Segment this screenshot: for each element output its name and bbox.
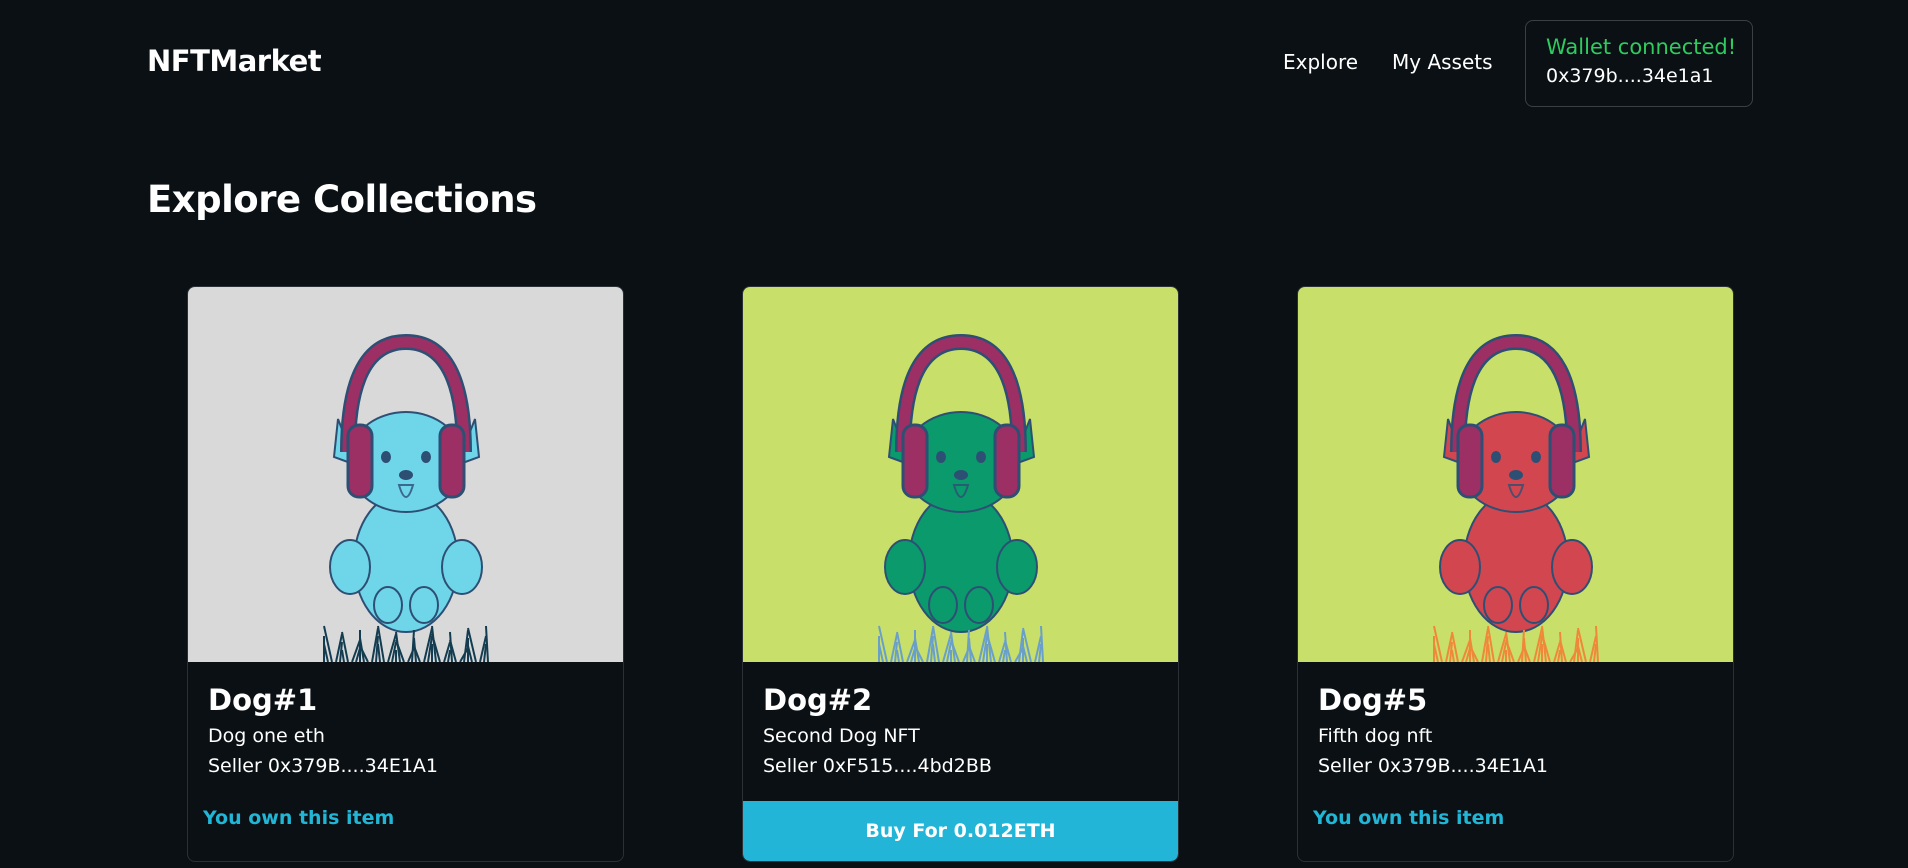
dog-eye (1491, 451, 1501, 463)
nft-name: Dog#5 (1318, 683, 1428, 717)
dog-foot (373, 586, 403, 624)
dog-paw (1551, 539, 1593, 595)
nav-explore[interactable]: Explore (1283, 50, 1358, 74)
nft-image[interactable] (188, 287, 623, 662)
dog-eye (421, 451, 431, 463)
dog-foot (1483, 586, 1513, 624)
nft-image[interactable] (743, 287, 1178, 662)
headphone-cup (993, 423, 1021, 499)
headphone-cup (1548, 423, 1576, 499)
headphone-cup (438, 423, 466, 499)
nft-description: Fifth dog nft (1318, 725, 1433, 747)
nft-seller: Seller 0xF515....4bd2BB (763, 755, 992, 777)
nft-description: Dog one eth (208, 725, 325, 747)
dog-foot (964, 586, 994, 624)
buy-button[interactable]: Buy For 0.012ETH (743, 801, 1178, 861)
dog-nose (1509, 470, 1523, 480)
dog-eye (381, 451, 391, 463)
dog-paw (1439, 539, 1481, 595)
nft-description: Second Dog NFT (763, 725, 920, 747)
dog-foot (1519, 586, 1549, 624)
headphone-cup (901, 423, 929, 499)
nft-name: Dog#2 (763, 683, 873, 717)
brand-logo[interactable]: NFTMarket (147, 44, 322, 78)
dog-paw (441, 539, 483, 595)
owned-label: You own this item (203, 807, 395, 829)
dog-eye (1531, 451, 1541, 463)
owned-label: You own this item (1313, 807, 1505, 829)
nft-image[interactable] (1298, 287, 1733, 662)
nft-name: Dog#1 (208, 683, 318, 717)
dog-eye (976, 451, 986, 463)
dog-paw (996, 539, 1038, 595)
dog-nose (954, 470, 968, 480)
nav-my-assets[interactable]: My Assets (1392, 50, 1493, 74)
dog-paw (329, 539, 371, 595)
page-title: Explore Collections (147, 178, 537, 221)
wallet-status: Wallet connected! (1546, 35, 1737, 59)
dog-foot (409, 586, 439, 624)
nft-card[interactable]: Dog#2 Second Dog NFT Seller 0xF515....4b… (742, 286, 1179, 862)
headphone-cup (346, 423, 374, 499)
dog-eye (936, 451, 946, 463)
headphone-cup (1456, 423, 1484, 499)
nft-card[interactable]: Dog#5 Fifth dog nft Seller 0x379B....34E… (1297, 286, 1734, 862)
nft-card[interactable]: Dog#1 Dog one eth Seller 0x379B....34E1A… (187, 286, 624, 862)
nft-seller: Seller 0x379B....34E1A1 (208, 755, 438, 777)
wallet-status-box: Wallet connected! 0x379b....34e1a1 (1525, 20, 1753, 107)
nft-seller: Seller 0x379B....34E1A1 (1318, 755, 1548, 777)
dog-paw (884, 539, 926, 595)
dog-foot (928, 586, 958, 624)
wallet-address: 0x379b....34e1a1 (1546, 65, 1714, 87)
dog-nose (399, 470, 413, 480)
